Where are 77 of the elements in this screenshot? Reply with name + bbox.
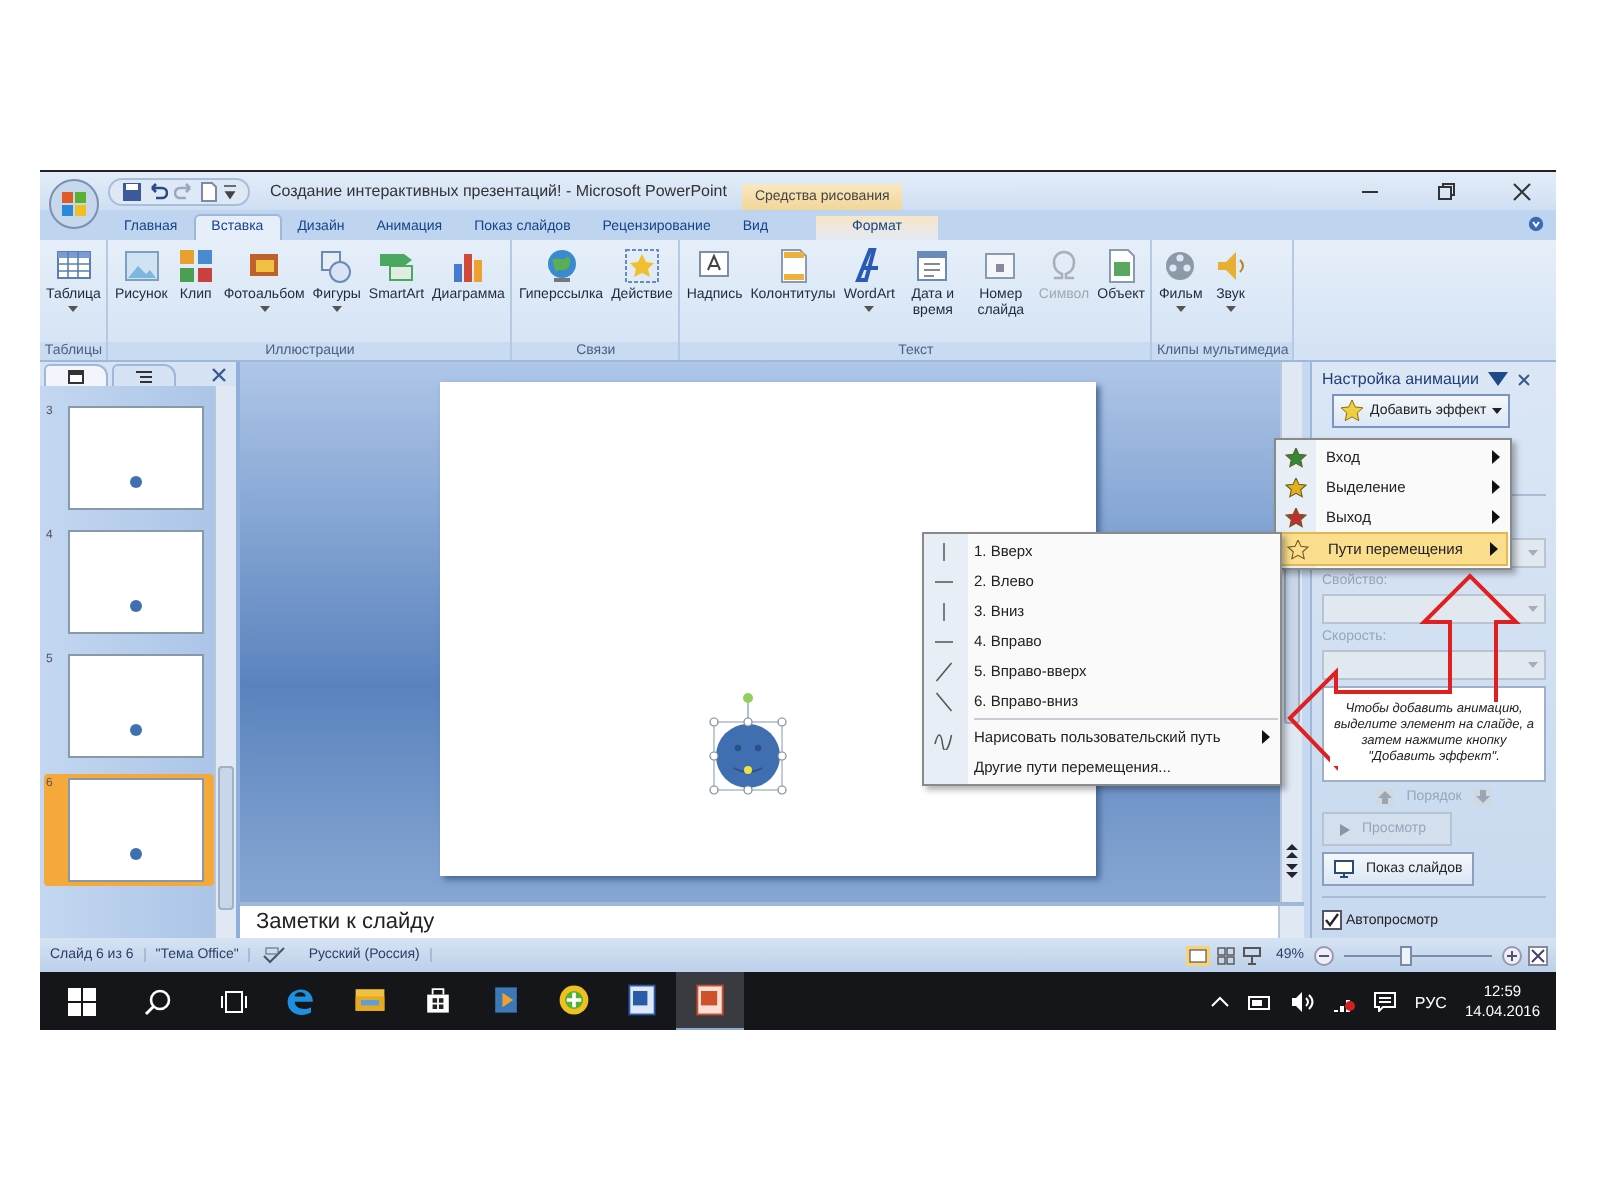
clip-icon <box>175 246 216 286</box>
caret-icon <box>1528 662 1538 668</box>
submenu-arrow-icon <box>1492 510 1500 524</box>
notes-field[interactable]: Заметки к слайду <box>240 906 1278 938</box>
star-icon <box>1284 477 1308 497</box>
new-document-icon[interactable] <box>200 181 218 201</box>
diagonal-line-icon <box>932 689 956 713</box>
window-title: Создание интерактивных презентаций! - Microsoft PowerPoint <box>270 182 727 200</box>
help-icon[interactable] <box>1528 216 1544 232</box>
shapes-icon <box>316 246 357 286</box>
search-icon[interactable] <box>144 988 172 1016</box>
task-view-icon[interactable] <box>220 988 248 1016</box>
submenu-arrow-icon <box>1492 480 1500 494</box>
taskbar-app[interactable] <box>676 972 744 1030</box>
slides-tab[interactable] <box>44 364 108 386</box>
keyboard-language[interactable]: РУС <box>1414 993 1447 1011</box>
caret-icon <box>1175 306 1186 312</box>
caret-icon <box>259 306 270 312</box>
close-icon[interactable] <box>212 368 226 382</box>
caret-icon <box>1528 550 1538 556</box>
scroll-bar[interactable] <box>214 386 236 938</box>
windows-start-icon[interactable] <box>68 988 96 1016</box>
slide-icon <box>68 369 84 383</box>
diagonal-line-icon <box>932 659 956 683</box>
chevron-up-icon[interactable] <box>1210 996 1231 1008</box>
maximize-icon[interactable] <box>1436 181 1456 201</box>
dropdown-icon[interactable] <box>1488 372 1509 386</box>
next-slide-icon[interactable] <box>1286 864 1298 878</box>
submenu-arrow-icon <box>1262 730 1270 744</box>
circle-icon <box>130 848 142 860</box>
zoom-out-icon[interactable] <box>1314 945 1334 965</box>
plus-circle-icon <box>556 982 592 1018</box>
customize-caret-icon[interactable] <box>224 183 236 199</box>
spell-check-icon[interactable] <box>262 945 287 965</box>
circle-icon <box>130 476 142 488</box>
document-icon <box>624 982 660 1018</box>
volume-icon[interactable] <box>1290 992 1315 1012</box>
screen-icon <box>1334 860 1354 878</box>
outline-icon <box>136 369 152 383</box>
scroll-thumb[interactable] <box>218 766 234 910</box>
slide-show-icon[interactable] <box>1241 945 1262 965</box>
caret-icon <box>68 306 79 312</box>
dropdown-field[interactable] <box>1322 594 1546 624</box>
caret-icon <box>864 306 875 312</box>
close-icon[interactable] <box>1518 373 1531 385</box>
play-icon <box>1340 823 1350 835</box>
caret-icon <box>1492 408 1503 414</box>
fit-window-icon[interactable] <box>1528 945 1548 965</box>
submenu-arrow-icon <box>1490 542 1498 556</box>
slider-thumb[interactable] <box>1399 945 1412 965</box>
caret-icon <box>1225 306 1236 312</box>
slide-sorter-icon[interactable] <box>1215 945 1236 965</box>
checkbox[interactable] <box>1322 910 1342 930</box>
star-icon <box>1286 539 1310 559</box>
scroll-bar[interactable] <box>1278 906 1304 938</box>
undo-icon[interactable] <box>148 181 168 201</box>
calendar-icon <box>912 246 953 286</box>
circle-icon <box>130 600 142 612</box>
star-icon <box>1284 447 1308 467</box>
presentation-icon <box>692 982 728 1018</box>
caret-icon <box>1528 606 1538 612</box>
picture-icon <box>121 246 162 286</box>
star-icon <box>1340 400 1364 422</box>
save-icon[interactable] <box>122 181 142 201</box>
dropdown-field[interactable] <box>1322 650 1546 680</box>
caret-icon <box>331 306 342 312</box>
circle-icon <box>130 724 142 736</box>
normal-view-icon[interactable] <box>1185 945 1210 965</box>
close-icon[interactable] <box>1512 181 1532 201</box>
pane-title: Настройка анимации <box>1322 370 1479 388</box>
star-icon <box>1284 507 1308 527</box>
zoom-in-icon[interactable] <box>1502 945 1522 965</box>
battery-icon[interactable] <box>1248 995 1273 1009</box>
outline-tab[interactable] <box>112 364 176 386</box>
submenu-arrow-icon <box>1492 450 1500 464</box>
previous-slide-icon[interactable] <box>1286 844 1298 858</box>
notification-icon[interactable] <box>1374 992 1397 1012</box>
